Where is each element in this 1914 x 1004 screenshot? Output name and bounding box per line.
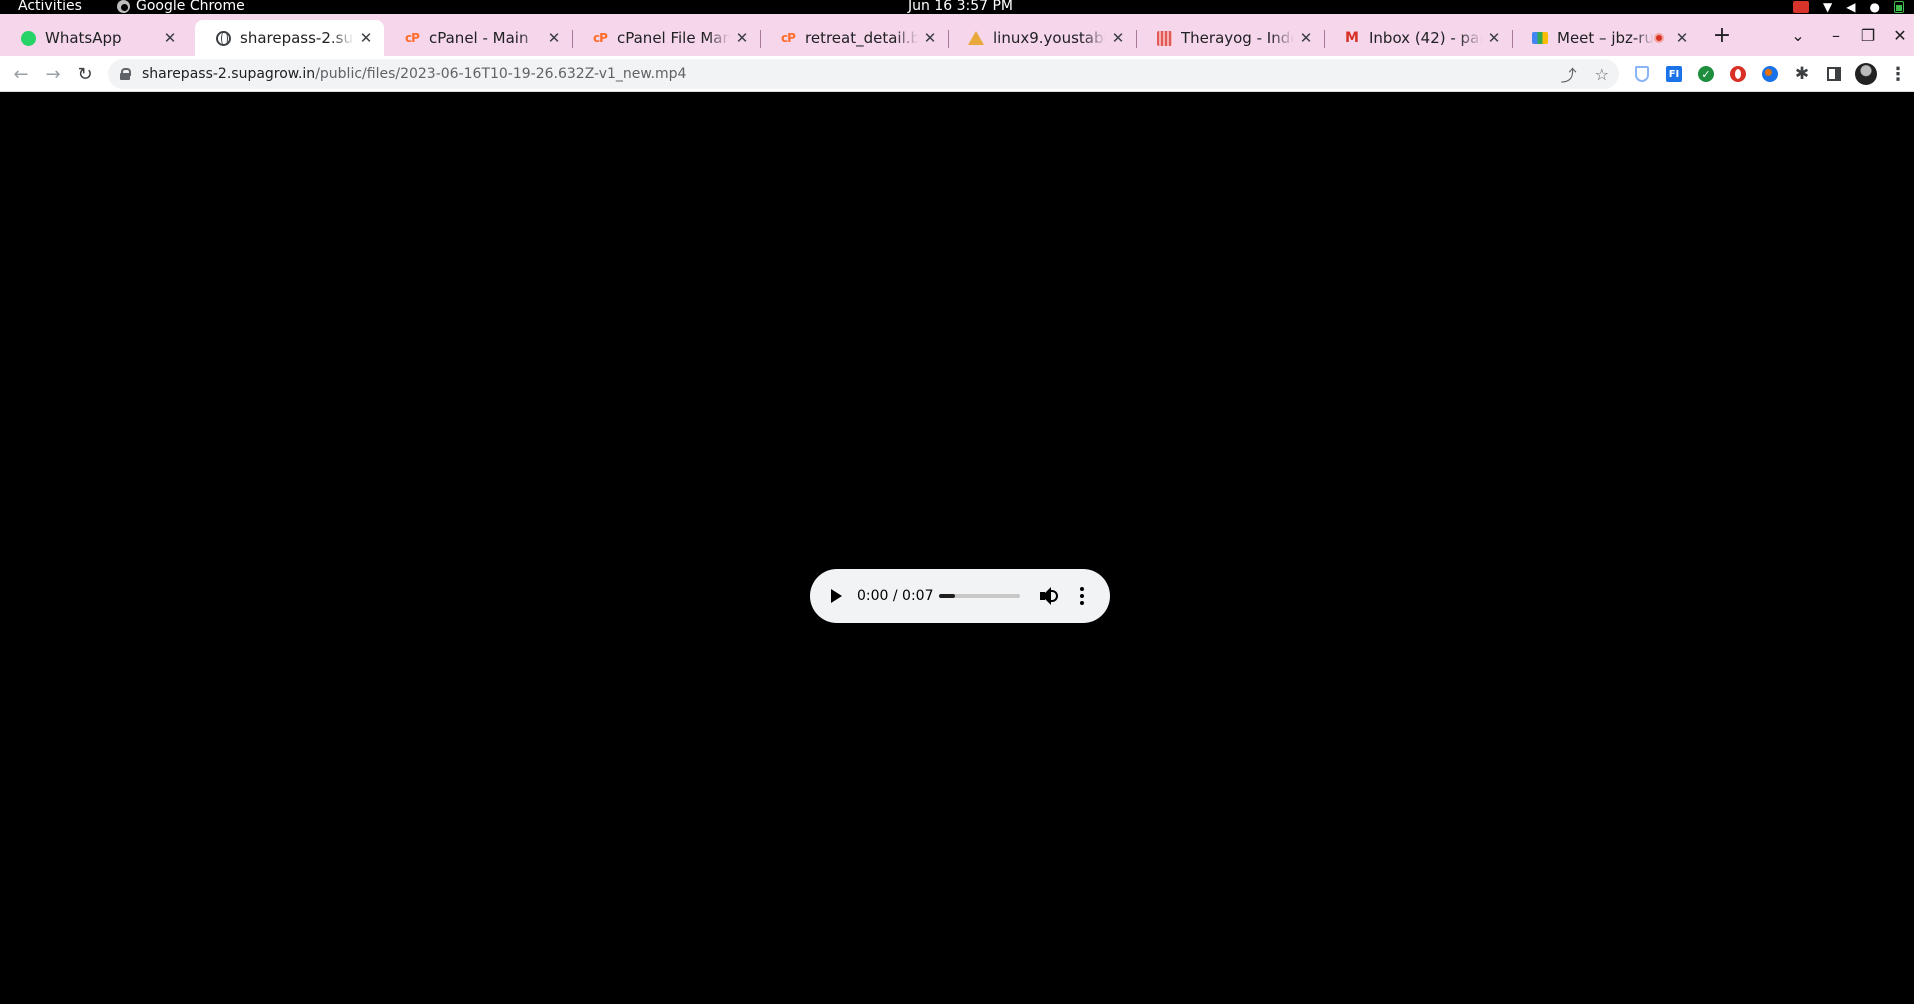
activities-button[interactable]: Activities — [18, 0, 82, 13]
address-bar[interactable]: sharepass-2.supagrow.in/public/files/202… — [108, 59, 1619, 89]
check-extension-icon[interactable]: ✓ — [1694, 62, 1718, 86]
url-text[interactable]: sharepass-2.supagrow.in/public/files/202… — [142, 66, 686, 82]
restore-button[interactable]: ❐ — [1856, 14, 1880, 56]
microphone-icon: ● — [1869, 0, 1880, 14]
tab-close-icon[interactable]: ✕ — [354, 29, 378, 47]
tab-whatsapp[interactable]: WhatsApp ✕ — [0, 20, 188, 56]
playback-time: 0:00 / 0:07 — [857, 588, 934, 604]
kebab-menu-icon[interactable]: ⋮ — [1886, 62, 1910, 86]
tab-title: cPanel File Manager — [617, 29, 730, 47]
back-button[interactable]: ← — [8, 56, 34, 92]
whatsapp-icon — [20, 30, 36, 46]
check-glyph: ✓ — [1698, 66, 1714, 82]
tab-close-icon[interactable]: ✕ — [730, 29, 754, 47]
bookmark-star-icon[interactable]: ☆ — [1595, 65, 1609, 84]
browser-toolbar: ← → ↻ sharepass-2.supagrow.in/public/fil… — [0, 56, 1914, 92]
tab-gmail-inbox[interactable]: M Inbox (42) - parthh ✕ — [1324, 20, 1512, 56]
cpanel-icon: cP — [593, 31, 608, 45]
tab-close-icon[interactable]: ✕ — [1294, 29, 1318, 47]
lock-icon[interactable] — [120, 68, 131, 80]
media-viewer: 0:00 / 0:07 — [0, 92, 1914, 1004]
reload-button[interactable]: ↻ — [72, 56, 98, 92]
tab-title: WhatsApp — [45, 29, 122, 47]
seek-bar-buffered — [939, 594, 956, 598]
therayog-icon — [1156, 30, 1172, 46]
system-clock[interactable]: Jun 16 3:57 PM — [908, 0, 1013, 13]
tab-title: retreat_detail.blade.php — [805, 29, 918, 47]
fi-extension-label: FI — [1666, 66, 1682, 82]
tab-cpanel-file-manager[interactable]: cP cPanel File Manager ✕ — [572, 20, 760, 56]
play-icon[interactable] — [831, 589, 842, 603]
cpanel-icon: cP — [405, 31, 420, 45]
tab-linux9-youstable[interactable]: linux9.youstable.com ✕ — [948, 20, 1136, 56]
youstable-icon — [968, 30, 984, 46]
blue-extension-icon[interactable] — [1758, 62, 1782, 86]
puzzle-icon[interactable]: ✱ — [1790, 62, 1814, 86]
tab-sharepass[interactable]: sharepass-2.supagrow.in/public/files/202… — [195, 20, 384, 56]
new-tab-button[interactable]: + — [1712, 14, 1732, 56]
battery-icon — [1894, 1, 1904, 13]
tab-title: Therayog - Index — [1181, 29, 1294, 47]
tab-title: cPanel - Main — [429, 29, 529, 47]
audio-player[interactable]: 0:00 / 0:07 — [810, 569, 1110, 623]
minimize-button[interactable]: – — [1824, 14, 1848, 56]
tab-close-icon[interactable]: ✕ — [1482, 29, 1506, 47]
forward-button[interactable]: → — [40, 56, 66, 92]
share-icon[interactable]: ⤴ — [1561, 62, 1577, 86]
tab-strip: WhatsApp ✕ sharepass-2.supagrow.in/publi… — [0, 14, 1914, 56]
puzzle-glyph: ✱ — [1794, 64, 1810, 84]
side-panel-icon[interactable] — [1822, 62, 1846, 86]
url-host: sharepass-2.supagrow.in — [142, 66, 316, 82]
volume-icon[interactable] — [1040, 586, 1060, 606]
tab-cpanel-main[interactable]: cP cPanel - Main ✕ — [384, 20, 572, 56]
fi-extension-icon[interactable]: FI — [1662, 62, 1686, 86]
profile-avatar[interactable] — [1854, 62, 1878, 86]
url-path: /public/files/2023-06-16T10-19-26.632Z-v… — [315, 66, 687, 82]
recording-indicator-icon — [1654, 33, 1664, 43]
app-menu[interactable]: Google Chrome — [117, 0, 245, 13]
wifi-icon: ▼ — [1823, 0, 1833, 14]
tab-google-meet[interactable]: Meet – jbz-rum ✕ — [1512, 20, 1700, 56]
tab-title: sharepass-2.supagrow.in/public/files/202… — [240, 29, 354, 47]
google-meet-icon — [1532, 30, 1548, 46]
tab-title: linux9.youstable.com — [993, 29, 1106, 47]
tab-therayog[interactable]: Therayog - Index ✕ — [1136, 20, 1324, 56]
app-name: Google Chrome — [136, 0, 245, 14]
tab-close-icon[interactable]: ✕ — [1670, 29, 1694, 47]
opera-extension-icon[interactable] — [1726, 62, 1750, 86]
globe-icon — [215, 30, 231, 46]
tab-search-button[interactable]: ⌄ — [1786, 14, 1810, 56]
more-options-icon[interactable] — [1075, 569, 1089, 623]
tab-retreat-detail[interactable]: cP retreat_detail.blade.php ✕ — [760, 20, 948, 56]
volume-icon: ◀ — [1846, 0, 1856, 14]
screen-record-icon[interactable] — [1793, 1, 1810, 13]
seek-bar[interactable] — [939, 594, 1020, 598]
shield-extension-icon[interactable] — [1630, 62, 1654, 86]
tab-close-icon[interactable]: ✕ — [158, 29, 182, 47]
close-window-button[interactable]: ✕ — [1888, 14, 1912, 56]
chrome-icon — [117, 0, 130, 13]
tab-close-icon[interactable]: ✕ — [1106, 29, 1130, 47]
cpanel-icon: cP — [781, 31, 796, 45]
gmail-icon: M — [1345, 30, 1359, 46]
menu-glyph: ⋮ — [1889, 63, 1907, 85]
system-tray[interactable]: ▼ ◀ ● — [1793, 0, 1904, 14]
tab-title: Inbox (42) - parthh — [1369, 29, 1482, 47]
tab-close-icon[interactable]: ✕ — [918, 29, 942, 47]
tab-title: Meet – jbz-rum — [1557, 29, 1654, 47]
tab-close-icon[interactable]: ✕ — [542, 29, 566, 47]
system-top-bar: Activities Google Chrome Jun 16 3:57 PM … — [0, 0, 1914, 14]
